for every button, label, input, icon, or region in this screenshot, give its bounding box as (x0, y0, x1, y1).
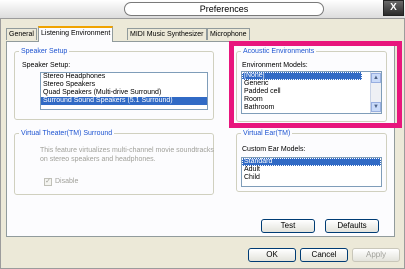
apply-button[interactable]: Apply (352, 248, 400, 262)
virtual-theater-desc-line2: on stereo speakers and headphones. (40, 156, 156, 163)
list-item[interactable]: Adult (242, 166, 381, 174)
list-item[interactable]: Room (242, 96, 381, 104)
tab-microphone[interactable]: Microphone (207, 28, 250, 40)
environment-models-list[interactable]: [None] Generic Padded cell Room Bathroom… (241, 71, 382, 114)
list-item[interactable]: Bathroom (242, 104, 381, 112)
tab-general[interactable]: General (6, 28, 37, 40)
tab-midi-music-synthesizer[interactable]: MIDI Music Synthesizer (127, 28, 207, 40)
speaker-setup-title: Speaker Setup (21, 48, 68, 55)
disable-checkbox-label: Disable (55, 178, 79, 185)
virtual-theater-desc-line1: This feature virtualizes multi-channel m… (40, 147, 214, 154)
tab-listening-environment[interactable]: Listening Environment (38, 26, 114, 42)
environment-models-label: Environment Models: (242, 62, 308, 69)
list-item[interactable]: Generic (242, 80, 381, 88)
list-item[interactable]: Stereo Headphones (41, 73, 207, 81)
list-item[interactable]: Child (242, 174, 381, 182)
acoustic-environments-title: Acoustic Environments (243, 48, 315, 55)
custom-ear-models-list[interactable]: Standard Adult Child (241, 157, 382, 187)
list-item[interactable]: Quad Speakers (Multi-drive Surround) (41, 89, 207, 97)
speaker-setup-list[interactable]: Stereo Headphones Stereo Speakers Quad S… (40, 72, 208, 110)
list-item-selected[interactable]: [None] (242, 72, 362, 80)
list-item[interactable]: Padded cell (242, 88, 381, 96)
title-bar: Preferences X (0, 0, 405, 18)
defaults-button[interactable]: Defaults (325, 219, 379, 233)
speaker-setup-label: Speaker Setup: (22, 62, 71, 69)
list-item[interactable]: Stereo Speakers (41, 81, 207, 89)
disable-checkbox[interactable]: ✓ (44, 178, 52, 186)
list-item-selected[interactable]: Standard (242, 158, 381, 166)
window-title: Preferences (124, 2, 324, 16)
virtual-theater-title: Virtual Theater(TM) Surround (21, 130, 113, 137)
list-item-selected[interactable]: Surround Sound Speakers (5.1 Surround) (41, 97, 207, 105)
test-button[interactable]: Test (261, 219, 315, 233)
close-button[interactable]: X (383, 0, 404, 16)
virtual-ear-title: Virtual Ear(TM) (243, 130, 291, 137)
cancel-button[interactable]: Cancel (300, 248, 348, 262)
ok-button[interactable]: OK (248, 248, 296, 262)
scroll-up-icon[interactable]: ▲ (371, 73, 381, 83)
custom-ear-models-label: Custom Ear Models: (242, 146, 306, 153)
environment-models-scrollbar[interactable]: ▲ ▼ (370, 72, 381, 113)
scroll-down-icon[interactable]: ▼ (371, 102, 381, 112)
